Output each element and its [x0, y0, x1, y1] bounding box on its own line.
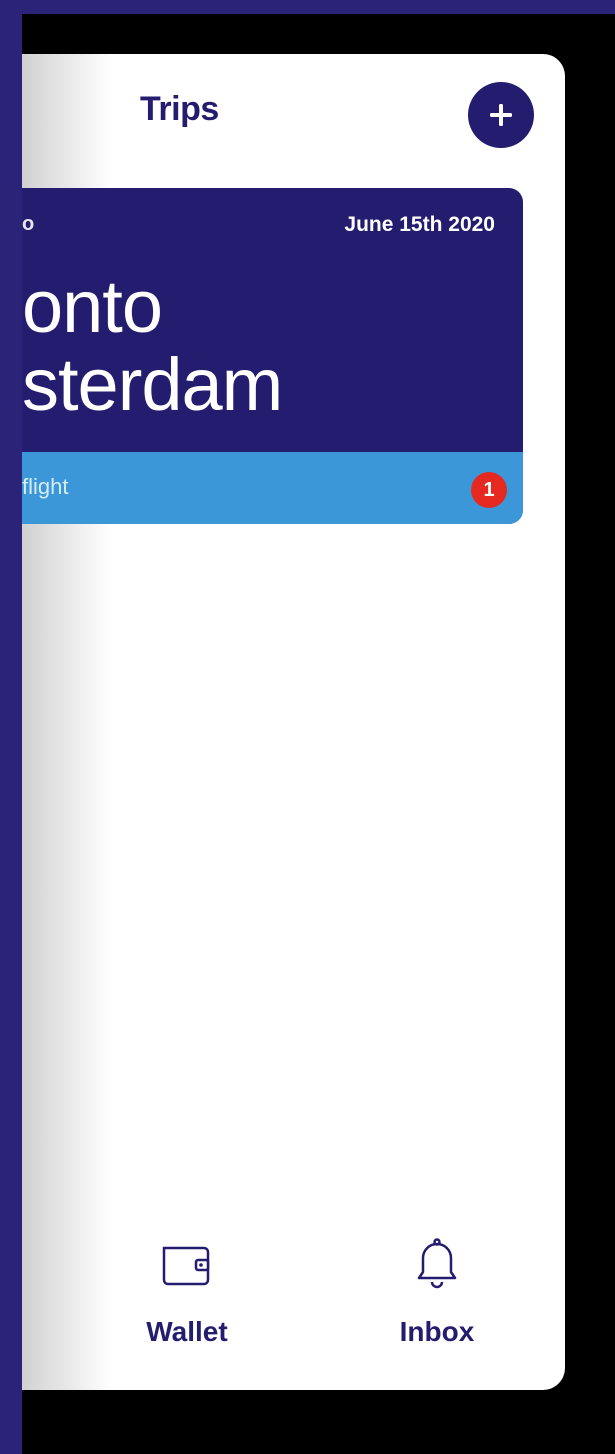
- trip-date: June 15th 2020: [344, 213, 495, 236]
- top-background-band: [0, 0, 615, 14]
- page-title: Trips: [140, 90, 219, 128]
- tab-inbox-label: Inbox: [399, 1316, 475, 1347]
- tab-wallet[interactable]: Wallet: [132, 1234, 242, 1348]
- left-background-band: [0, 0, 22, 1454]
- wallet-icon: [162, 1246, 210, 1286]
- plus-icon: [490, 104, 512, 126]
- phone-screen: Trips o June 15th 2020 onto sterdam flig…: [22, 54, 565, 1390]
- trip-route-origin: onto: [22, 265, 163, 348]
- trip-footer-label: flight: [22, 474, 69, 499]
- trip-route-destination: sterdam: [22, 343, 283, 426]
- bottom-tab-bar: Wallet Inbox: [22, 1234, 565, 1390]
- notification-badge: 1: [471, 472, 507, 508]
- tab-wallet-label: Wallet: [146, 1316, 228, 1347]
- bell-icon: [417, 1238, 457, 1289]
- trip-route: onto sterdam: [22, 265, 283, 426]
- trip-card[interactable]: o June 15th 2020 onto sterdam flight 1: [22, 188, 523, 524]
- trip-card-footer[interactable]: flight 1: [22, 452, 523, 524]
- tab-inbox[interactable]: Inbox: [382, 1234, 492, 1348]
- trip-origin-code: o: [22, 213, 35, 235]
- add-trip-button[interactable]: [468, 82, 534, 148]
